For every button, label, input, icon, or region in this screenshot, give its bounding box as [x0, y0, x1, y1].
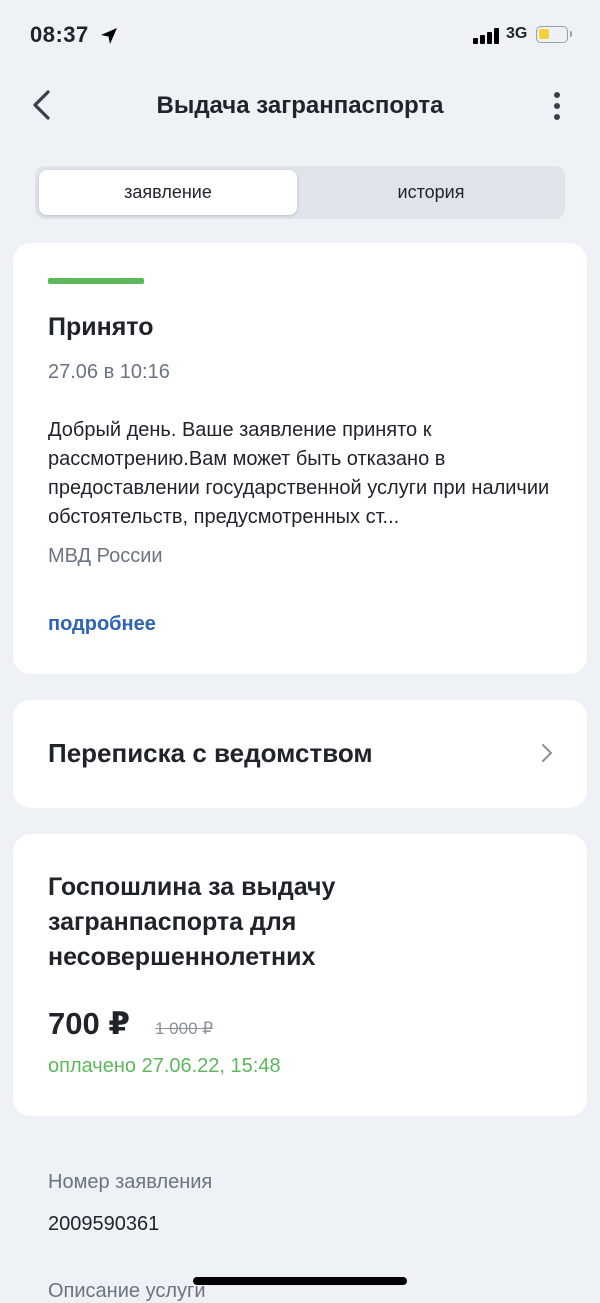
home-indicator[interactable]	[193, 1277, 407, 1285]
app-header: Выдача загранпаспорта	[0, 70, 600, 142]
status-message: Добрый день. Ваше заявление принято к ра…	[48, 419, 550, 528]
fee-old-price: 1 000 ₽	[155, 1019, 214, 1038]
correspondence-row[interactable]: Переписка с ведомством	[13, 700, 587, 808]
clock: 08:37	[30, 22, 89, 47]
status-progress-bar	[48, 278, 144, 284]
segmented-control: заявление история	[35, 166, 565, 219]
tab-application[interactable]: заявление	[39, 170, 297, 215]
correspondence-label: Переписка с ведомством	[48, 738, 373, 768]
application-number: 2009590361	[48, 1213, 160, 1235]
signal-icon	[473, 28, 501, 44]
network-type: 3G	[506, 25, 528, 42]
fee-card: Госпошлина за выдачу загранпаспорта для …	[13, 834, 587, 1116]
status-card: Принято 27.06 в 10:16 Добрый день. Ваше …	[13, 243, 587, 674]
service-description-label: Описание услуги	[48, 1280, 206, 1302]
more-options-icon[interactable]	[548, 90, 568, 122]
fee-price: 700 ₽	[48, 1006, 130, 1041]
chevron-right-icon	[542, 744, 552, 762]
fee-paid-status: оплачено 27.06.22, 15:48	[48, 1055, 281, 1077]
battery-icon	[536, 26, 572, 43]
status-bar: 08:37 3G	[0, 0, 600, 70]
fee-title: Госпошлина за выдачу загранпаспорта для …	[48, 873, 336, 971]
status-title: Принято	[48, 313, 154, 341]
page-title: Выдача загранпаспорта	[156, 92, 444, 119]
more-details-link[interactable]: подробнее	[48, 613, 156, 636]
location-arrow-icon	[101, 28, 117, 44]
tab-history[interactable]: история	[301, 170, 561, 215]
application-number-label: Номер заявления	[48, 1171, 213, 1193]
status-date: 27.06 в 10:16	[48, 361, 170, 383]
status-organization: МВД России	[48, 545, 163, 567]
